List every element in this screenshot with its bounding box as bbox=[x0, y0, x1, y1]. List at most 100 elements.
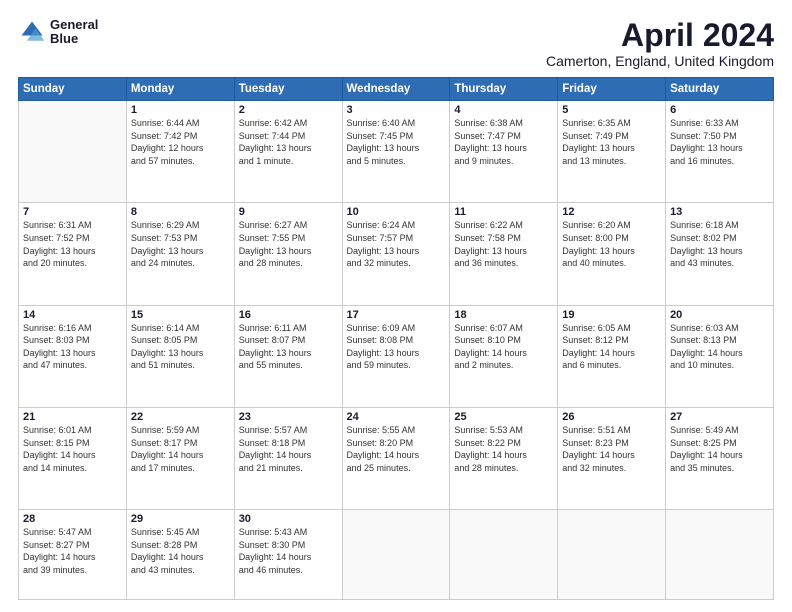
logo-text: General Blue bbox=[50, 18, 98, 47]
day-info: Sunrise: 6:40 AM Sunset: 7:45 PM Dayligh… bbox=[347, 117, 446, 167]
day-info: Sunrise: 5:55 AM Sunset: 8:20 PM Dayligh… bbox=[347, 424, 446, 474]
table-row: 5Sunrise: 6:35 AM Sunset: 7:49 PM Daylig… bbox=[558, 101, 666, 203]
day-number: 23 bbox=[239, 411, 338, 423]
day-info: Sunrise: 6:24 AM Sunset: 7:57 PM Dayligh… bbox=[347, 219, 446, 269]
day-number: 7 bbox=[23, 206, 122, 218]
day-info: Sunrise: 6:14 AM Sunset: 8:05 PM Dayligh… bbox=[131, 322, 230, 372]
day-number: 3 bbox=[347, 104, 446, 116]
table-row: 11Sunrise: 6:22 AM Sunset: 7:58 PM Dayli… bbox=[450, 203, 558, 305]
table-row bbox=[558, 510, 666, 600]
table-row: 3Sunrise: 6:40 AM Sunset: 7:45 PM Daylig… bbox=[342, 101, 450, 203]
day-info: Sunrise: 6:03 AM Sunset: 8:13 PM Dayligh… bbox=[670, 322, 769, 372]
table-row: 1Sunrise: 6:44 AM Sunset: 7:42 PM Daylig… bbox=[126, 101, 234, 203]
day-number: 26 bbox=[562, 411, 661, 423]
day-info: Sunrise: 6:31 AM Sunset: 7:52 PM Dayligh… bbox=[23, 219, 122, 269]
day-number: 10 bbox=[347, 206, 446, 218]
table-row: 13Sunrise: 6:18 AM Sunset: 8:02 PM Dayli… bbox=[666, 203, 774, 305]
day-info: Sunrise: 6:44 AM Sunset: 7:42 PM Dayligh… bbox=[131, 117, 230, 167]
day-number: 27 bbox=[670, 411, 769, 423]
day-number: 24 bbox=[347, 411, 446, 423]
table-row: 10Sunrise: 6:24 AM Sunset: 7:57 PM Dayli… bbox=[342, 203, 450, 305]
table-row: 7Sunrise: 6:31 AM Sunset: 7:52 PM Daylig… bbox=[19, 203, 127, 305]
col-friday: Friday bbox=[558, 78, 666, 101]
day-info: Sunrise: 6:01 AM Sunset: 8:15 PM Dayligh… bbox=[23, 424, 122, 474]
day-number: 15 bbox=[131, 309, 230, 321]
day-number: 4 bbox=[454, 104, 553, 116]
page: General Blue April 2024 Camerton, Englan… bbox=[0, 0, 792, 612]
day-number: 17 bbox=[347, 309, 446, 321]
col-monday: Monday bbox=[126, 78, 234, 101]
table-row: 23Sunrise: 5:57 AM Sunset: 8:18 PM Dayli… bbox=[234, 407, 342, 509]
day-info: Sunrise: 5:57 AM Sunset: 8:18 PM Dayligh… bbox=[239, 424, 338, 474]
day-info: Sunrise: 6:20 AM Sunset: 8:00 PM Dayligh… bbox=[562, 219, 661, 269]
day-info: Sunrise: 6:29 AM Sunset: 7:53 PM Dayligh… bbox=[131, 219, 230, 269]
title-block: April 2024 Camerton, England, United Kin… bbox=[546, 18, 774, 69]
table-row: 6Sunrise: 6:33 AM Sunset: 7:50 PM Daylig… bbox=[666, 101, 774, 203]
day-info: Sunrise: 5:53 AM Sunset: 8:22 PM Dayligh… bbox=[454, 424, 553, 474]
table-row: 26Sunrise: 5:51 AM Sunset: 8:23 PM Dayli… bbox=[558, 407, 666, 509]
day-info: Sunrise: 5:59 AM Sunset: 8:17 PM Dayligh… bbox=[131, 424, 230, 474]
day-info: Sunrise: 6:38 AM Sunset: 7:47 PM Dayligh… bbox=[454, 117, 553, 167]
col-saturday: Saturday bbox=[666, 78, 774, 101]
day-number: 11 bbox=[454, 206, 553, 218]
day-number: 30 bbox=[239, 513, 338, 525]
header: General Blue April 2024 Camerton, Englan… bbox=[18, 18, 774, 69]
logo: General Blue bbox=[18, 18, 98, 47]
calendar-week-row: 14Sunrise: 6:16 AM Sunset: 8:03 PM Dayli… bbox=[19, 305, 774, 407]
table-row: 25Sunrise: 5:53 AM Sunset: 8:22 PM Dayli… bbox=[450, 407, 558, 509]
day-info: Sunrise: 5:45 AM Sunset: 8:28 PM Dayligh… bbox=[131, 526, 230, 576]
table-row bbox=[450, 510, 558, 600]
day-info: Sunrise: 6:05 AM Sunset: 8:12 PM Dayligh… bbox=[562, 322, 661, 372]
day-info: Sunrise: 5:51 AM Sunset: 8:23 PM Dayligh… bbox=[562, 424, 661, 474]
day-info: Sunrise: 6:42 AM Sunset: 7:44 PM Dayligh… bbox=[239, 117, 338, 167]
table-row: 28Sunrise: 5:47 AM Sunset: 8:27 PM Dayli… bbox=[19, 510, 127, 600]
table-row: 12Sunrise: 6:20 AM Sunset: 8:00 PM Dayli… bbox=[558, 203, 666, 305]
calendar-header-row: Sunday Monday Tuesday Wednesday Thursday… bbox=[19, 78, 774, 101]
table-row bbox=[19, 101, 127, 203]
day-number: 8 bbox=[131, 206, 230, 218]
table-row: 16Sunrise: 6:11 AM Sunset: 8:07 PM Dayli… bbox=[234, 305, 342, 407]
calendar-week-row: 1Sunrise: 6:44 AM Sunset: 7:42 PM Daylig… bbox=[19, 101, 774, 203]
calendar-week-row: 28Sunrise: 5:47 AM Sunset: 8:27 PM Dayli… bbox=[19, 510, 774, 600]
day-info: Sunrise: 6:07 AM Sunset: 8:10 PM Dayligh… bbox=[454, 322, 553, 372]
day-number: 14 bbox=[23, 309, 122, 321]
col-thursday: Thursday bbox=[450, 78, 558, 101]
logo-line1: General bbox=[50, 18, 98, 32]
logo-icon bbox=[18, 18, 46, 46]
col-tuesday: Tuesday bbox=[234, 78, 342, 101]
logo-line2: Blue bbox=[50, 32, 98, 46]
calendar-week-row: 7Sunrise: 6:31 AM Sunset: 7:52 PM Daylig… bbox=[19, 203, 774, 305]
day-number: 16 bbox=[239, 309, 338, 321]
table-row: 9Sunrise: 6:27 AM Sunset: 7:55 PM Daylig… bbox=[234, 203, 342, 305]
day-info: Sunrise: 6:33 AM Sunset: 7:50 PM Dayligh… bbox=[670, 117, 769, 167]
table-row bbox=[342, 510, 450, 600]
day-number: 2 bbox=[239, 104, 338, 116]
day-number: 21 bbox=[23, 411, 122, 423]
table-row: 14Sunrise: 6:16 AM Sunset: 8:03 PM Dayli… bbox=[19, 305, 127, 407]
table-row: 27Sunrise: 5:49 AM Sunset: 8:25 PM Dayli… bbox=[666, 407, 774, 509]
day-number: 5 bbox=[562, 104, 661, 116]
day-info: Sunrise: 6:11 AM Sunset: 8:07 PM Dayligh… bbox=[239, 322, 338, 372]
table-row: 17Sunrise: 6:09 AM Sunset: 8:08 PM Dayli… bbox=[342, 305, 450, 407]
day-info: Sunrise: 5:49 AM Sunset: 8:25 PM Dayligh… bbox=[670, 424, 769, 474]
day-info: Sunrise: 5:43 AM Sunset: 8:30 PM Dayligh… bbox=[239, 526, 338, 576]
table-row: 19Sunrise: 6:05 AM Sunset: 8:12 PM Dayli… bbox=[558, 305, 666, 407]
calendar-subtitle: Camerton, England, United Kingdom bbox=[546, 53, 774, 69]
day-number: 13 bbox=[670, 206, 769, 218]
calendar-table: Sunday Monday Tuesday Wednesday Thursday… bbox=[18, 77, 774, 600]
day-info: Sunrise: 6:27 AM Sunset: 7:55 PM Dayligh… bbox=[239, 219, 338, 269]
day-number: 28 bbox=[23, 513, 122, 525]
calendar-week-row: 21Sunrise: 6:01 AM Sunset: 8:15 PM Dayli… bbox=[19, 407, 774, 509]
col-wednesday: Wednesday bbox=[342, 78, 450, 101]
table-row: 2Sunrise: 6:42 AM Sunset: 7:44 PM Daylig… bbox=[234, 101, 342, 203]
day-info: Sunrise: 6:18 AM Sunset: 8:02 PM Dayligh… bbox=[670, 219, 769, 269]
table-row: 29Sunrise: 5:45 AM Sunset: 8:28 PM Dayli… bbox=[126, 510, 234, 600]
day-number: 20 bbox=[670, 309, 769, 321]
day-info: Sunrise: 6:22 AM Sunset: 7:58 PM Dayligh… bbox=[454, 219, 553, 269]
table-row: 24Sunrise: 5:55 AM Sunset: 8:20 PM Dayli… bbox=[342, 407, 450, 509]
day-number: 29 bbox=[131, 513, 230, 525]
day-number: 6 bbox=[670, 104, 769, 116]
calendar-title: April 2024 bbox=[546, 18, 774, 53]
table-row: 30Sunrise: 5:43 AM Sunset: 8:30 PM Dayli… bbox=[234, 510, 342, 600]
table-row: 4Sunrise: 6:38 AM Sunset: 7:47 PM Daylig… bbox=[450, 101, 558, 203]
